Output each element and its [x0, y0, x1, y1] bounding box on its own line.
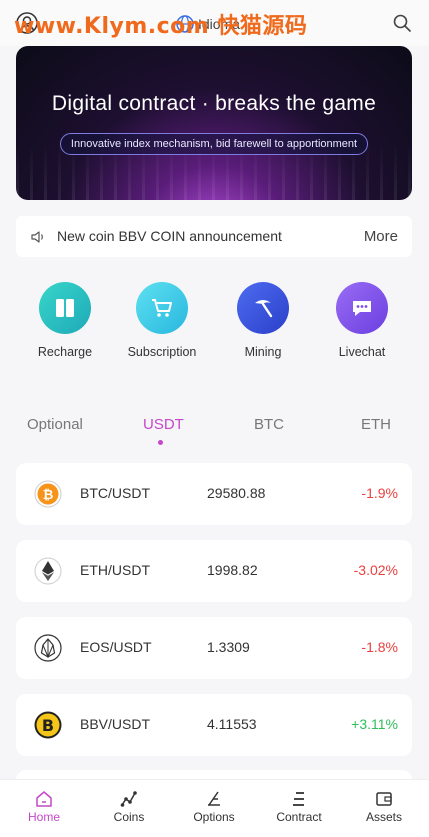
ethereum-icon	[34, 557, 62, 585]
market-row[interactable]: EOS/USDT 1.3309 -1.8%	[16, 617, 412, 679]
pair-change: -1.9%	[361, 485, 398, 501]
market-row[interactable]: B BBV/USDT 4.11553 +3.11%	[16, 694, 412, 756]
nav-options[interactable]: Options	[171, 780, 257, 837]
recharge-shortcut[interactable]: Recharge	[25, 282, 105, 360]
pair-change: +3.11%	[351, 716, 398, 732]
coins-icon	[120, 791, 137, 807]
banner-title: Digital contract · breaks the game	[51, 92, 377, 115]
market-tabs: Optional USDT BTC ETH	[0, 412, 429, 452]
pair-name: BBV/USDT	[80, 716, 151, 732]
pair-price: 4.11553	[207, 716, 257, 732]
more-link[interactable]: More	[364, 228, 398, 245]
tab-usdt[interactable]: USDT	[143, 416, 184, 433]
bitcoin-icon: ₿	[34, 480, 62, 508]
nav-label: Contract	[276, 810, 322, 824]
market-row[interactable]: ETH/USDT 1998.82 -3.02%	[16, 540, 412, 602]
shortcut-label: Recharge	[37, 345, 93, 359]
nav-assets[interactable]: Assets	[341, 780, 427, 837]
pair-name: ETH/USDT	[80, 562, 150, 578]
wallet-icon	[376, 792, 392, 806]
pair-name: BTC/USDT	[80, 485, 150, 501]
announcement-text[interactable]: New coin BBV COIN announcement	[57, 228, 282, 244]
home-icon	[36, 791, 52, 807]
market-row[interactable]: ₿ BTC/USDT 29580.88 -1.9%	[16, 463, 412, 525]
pair-price: 29580.88	[207, 485, 266, 501]
shortcut-label: Subscription	[127, 345, 197, 359]
active-tab-indicator	[158, 440, 163, 445]
livechat-shortcut[interactable]: Livechat	[322, 282, 402, 360]
pair-change: -1.8%	[361, 639, 398, 655]
watermark: www.Klym.com 快猫源码	[14, 14, 308, 39]
bbv-icon: B	[34, 711, 62, 739]
shortcut-label: Mining	[244, 345, 282, 359]
eos-icon	[34, 634, 62, 662]
book-icon	[39, 282, 91, 334]
tab-optional[interactable]: Optional	[27, 416, 83, 433]
announcement-bar[interactable]: New coin BBV COIN announcement More	[16, 216, 412, 257]
pair-price: 1998.82	[207, 562, 258, 578]
nav-label: Assets	[365, 810, 402, 824]
pair-name: EOS/USDT	[80, 639, 152, 655]
mining-shortcut[interactable]: Mining	[223, 282, 303, 360]
tab-btc[interactable]: BTC	[254, 416, 284, 433]
cart-icon	[136, 282, 188, 334]
promo-banner[interactable]: Digital contract · breaks the game Innov…	[16, 46, 412, 200]
nav-contract[interactable]: Contract	[256, 780, 342, 837]
nav-label: Coins	[113, 810, 145, 824]
shortcut-label: Livechat	[338, 345, 386, 359]
contract-icon	[293, 792, 304, 806]
chat-icon	[336, 282, 388, 334]
pair-change: -3.02%	[353, 562, 398, 578]
pickaxe-icon	[237, 282, 289, 334]
speaker-icon	[31, 231, 43, 243]
nav-label: Options	[193, 810, 235, 824]
top-bar: Idioma www.Klym.com 快猫源码	[0, 0, 429, 46]
bottom-nav: Home Coins Options Contract Assets	[0, 779, 429, 837]
subscription-shortcut[interactable]: Subscription	[122, 282, 202, 360]
nav-label: Home	[27, 810, 60, 824]
pair-price: 1.3309	[207, 639, 250, 655]
svg-text:B: B	[42, 716, 54, 735]
nav-home[interactable]: Home	[1, 780, 87, 837]
tab-eth[interactable]: ETH	[361, 416, 391, 433]
svg-text:₿: ₿	[43, 488, 54, 503]
options-icon	[208, 791, 220, 806]
search-icon[interactable]	[393, 14, 411, 32]
nav-coins[interactable]: Coins	[86, 780, 172, 837]
shortcut-grid: Recharge Subscription Mining Livechat	[0, 282, 429, 382]
banner-subtitle: Innovative index mechanism, bid farewell…	[60, 133, 368, 155]
